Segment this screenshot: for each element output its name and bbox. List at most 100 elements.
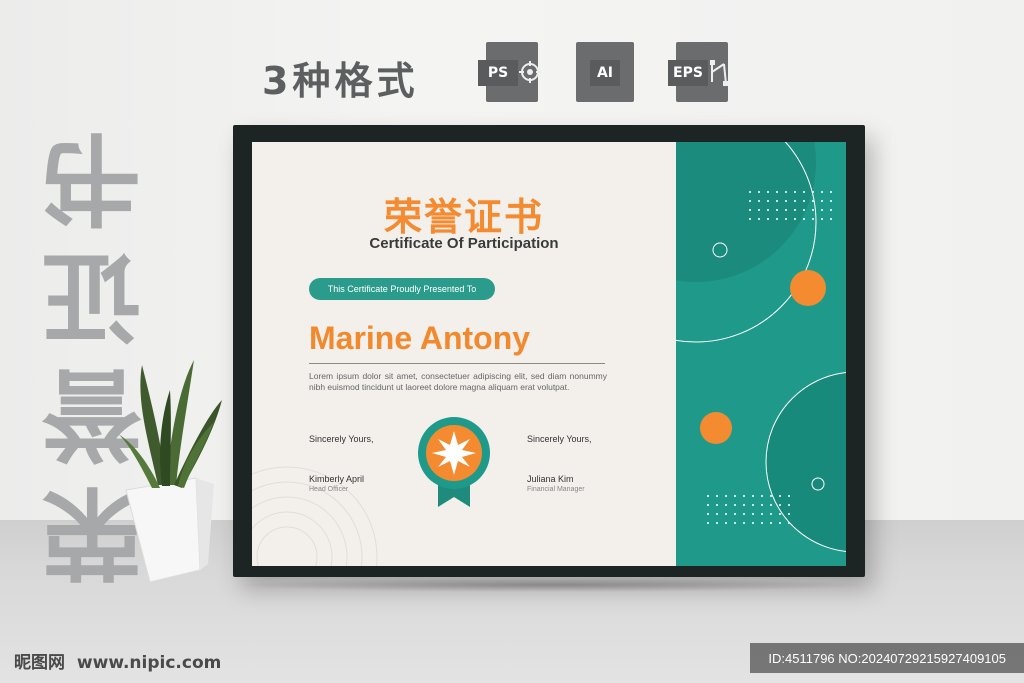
decor-dot [779,495,781,497]
decor-dot [743,513,745,515]
decor-dot [725,495,727,497]
decor-dot [716,513,718,515]
decor-dot [725,504,727,506]
decor-dot [749,209,751,211]
recipient-name: Marine Antony [309,320,531,356]
decor-dot [716,522,718,524]
decor-dot [707,522,709,524]
decor-dot [803,209,805,211]
decor-dot [803,200,805,202]
decor-dot [776,209,778,211]
presented-badge: This Certificate Proudly Presented To [309,278,495,300]
panel-decoration [676,142,846,552]
decor-dot [752,513,754,515]
decor-dot [761,513,763,515]
decor-dot [725,522,727,524]
decor-dot [794,209,796,211]
decor-dot [749,200,751,202]
decor-dot [716,495,718,497]
left-signature: Sincerely Yours, Kimberly April Head Off… [309,434,374,493]
decor-dot [743,522,745,524]
decor-dot [788,522,790,524]
decor-dot [821,218,823,220]
decor-dot [707,513,709,515]
decor-dot [830,200,832,202]
decor-dot [794,191,796,193]
decor-dot [725,513,727,515]
vertical-char: 书 [42,119,142,236]
decor-dot [767,191,769,193]
decor-dot [794,200,796,202]
decor-dot [707,504,709,506]
teal-side-panel [676,142,846,566]
name-underline [309,363,605,364]
decor-dot [761,495,763,497]
decor-dot [830,218,832,220]
decor-dot [776,200,778,202]
decor-dot [770,522,772,524]
decor-dot [752,495,754,497]
decor-dot [767,218,769,220]
decor-dot [779,504,781,506]
decor-dot [758,200,760,202]
decor-dot [830,191,832,193]
left-signer-name: Kimberly April [309,474,365,484]
site-url: www.nipic.com [76,653,222,673]
award-medal-icon [418,417,490,507]
vertical-char: 证 [42,237,142,354]
decor-dot [734,513,736,515]
decor-dot [803,191,805,193]
image-id-watermark: ID:4511796 NO:20240729215927409105 [750,643,1024,673]
decor-dot [776,218,778,220]
decor-dot [788,495,790,497]
ai-format-icon: AI [572,42,642,104]
ps-format-icon: PS [478,42,548,104]
decor-dot [776,191,778,193]
decor-dot [785,191,787,193]
decor-dot [761,504,763,506]
right-signature: Sincerely Yours, Juliana Kim Financial M… [527,434,592,493]
certificate-body: Lorem ipsum dolor sit amet, consectetuer… [309,371,607,392]
right-signer-name: Juliana Kim [527,474,574,484]
decor-dot [758,191,760,193]
decor-dot [743,504,745,506]
certificate-subhead: Certificate Of Participation [369,235,559,252]
decor-dot [812,200,814,202]
decor-dot [707,495,709,497]
decor-dot [770,495,772,497]
decor-dot [779,513,781,515]
decor-dot [785,209,787,211]
decor-dot [770,504,772,506]
right-closing: Sincerely Yours, [527,434,592,444]
decor-dot [812,218,814,220]
decor-dot [821,200,823,202]
decor-dot [752,504,754,506]
decor-dot [743,495,745,497]
eps-format-icon: EPS [668,42,738,104]
target-icon [519,61,541,83]
decor-dot [788,513,790,515]
decor-dot [785,200,787,202]
decor-dot [821,191,823,193]
decor-dot [767,209,769,211]
decor-dot [803,218,805,220]
site-logo: 昵图网 [14,653,65,673]
decor-dot [716,504,718,506]
decor-dot [758,209,760,211]
decor-dot [752,522,754,524]
potted-plant [118,360,222,583]
decor-dot [812,191,814,193]
decor-dot [749,218,751,220]
decor-dot [779,522,781,524]
decor-dot [749,191,751,193]
pen-path-icon [710,60,728,86]
decor-dot [734,495,736,497]
decor-dot [830,209,832,211]
left-signer-role: Head Officer [309,486,349,493]
decor-dot [758,218,760,220]
decor-dot [767,200,769,202]
decor-dot [734,522,736,524]
decor-dot [734,504,736,506]
decor-dot [794,218,796,220]
frame-shadow [230,578,870,592]
